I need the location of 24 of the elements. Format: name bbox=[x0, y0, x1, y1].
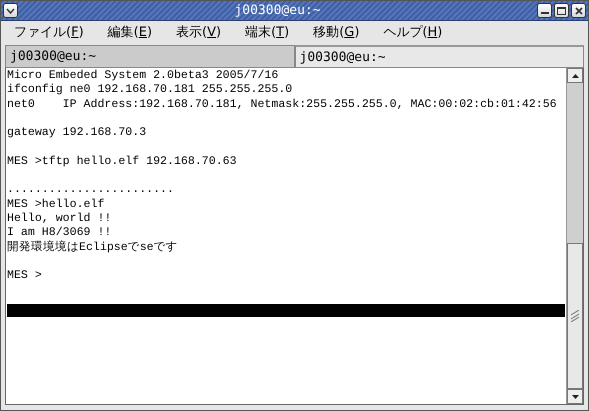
menu-item[interactable]: ヘルプ(H) bbox=[374, 20, 452, 44]
scrollbar[interactable] bbox=[566, 68, 583, 404]
chevron-down-icon bbox=[6, 8, 15, 14]
close-icon bbox=[574, 6, 582, 14]
minimize-button[interactable] bbox=[537, 3, 552, 18]
scroll-up-button[interactable] bbox=[567, 68, 583, 83]
grip-icon bbox=[571, 310, 579, 322]
terminal-output: Micro Embeded System 2.0beta3 2005/7/16 ifconfig ne0 192.168.70.181 255.255.255.0 net0 IP Address:192.168.70.181, Netmask:255.255.255.0, MAC:00:02:cb:01:42:56 gateway 192.168.70.3 MES >tftp hello.elf 192.168.70.63 ........................ MES >hello.elf Hello, world !! I am H8/3069 !! 開発環境境はEclipseでseです MES > bbox=[6, 68, 566, 404]
menu-item[interactable]: 移動(G) bbox=[304, 20, 368, 44]
menu-item[interactable]: 編集(E) bbox=[98, 20, 162, 44]
arrow-down-icon bbox=[572, 394, 578, 398]
terminal-tab[interactable]: j00300@eu:~ bbox=[5, 45, 294, 67]
window-menu-button[interactable] bbox=[3, 3, 18, 18]
menu-item[interactable]: ファイル(F) bbox=[5, 20, 93, 44]
arrow-up-icon bbox=[572, 74, 578, 78]
terminal-tab[interactable]: j00300@eu:~ bbox=[294, 45, 584, 67]
menu-item[interactable]: 端末(T) bbox=[236, 20, 298, 44]
maximize-button[interactable] bbox=[554, 3, 569, 18]
window-title: j00300@eu:~ bbox=[233, 3, 322, 18]
menu-item[interactable]: 表示(V) bbox=[167, 20, 230, 44]
maximize-icon bbox=[557, 6, 566, 14]
scrollbar-thumb[interactable] bbox=[567, 243, 583, 389]
scroll-down-button[interactable] bbox=[567, 389, 583, 404]
close-button[interactable] bbox=[571, 3, 586, 18]
